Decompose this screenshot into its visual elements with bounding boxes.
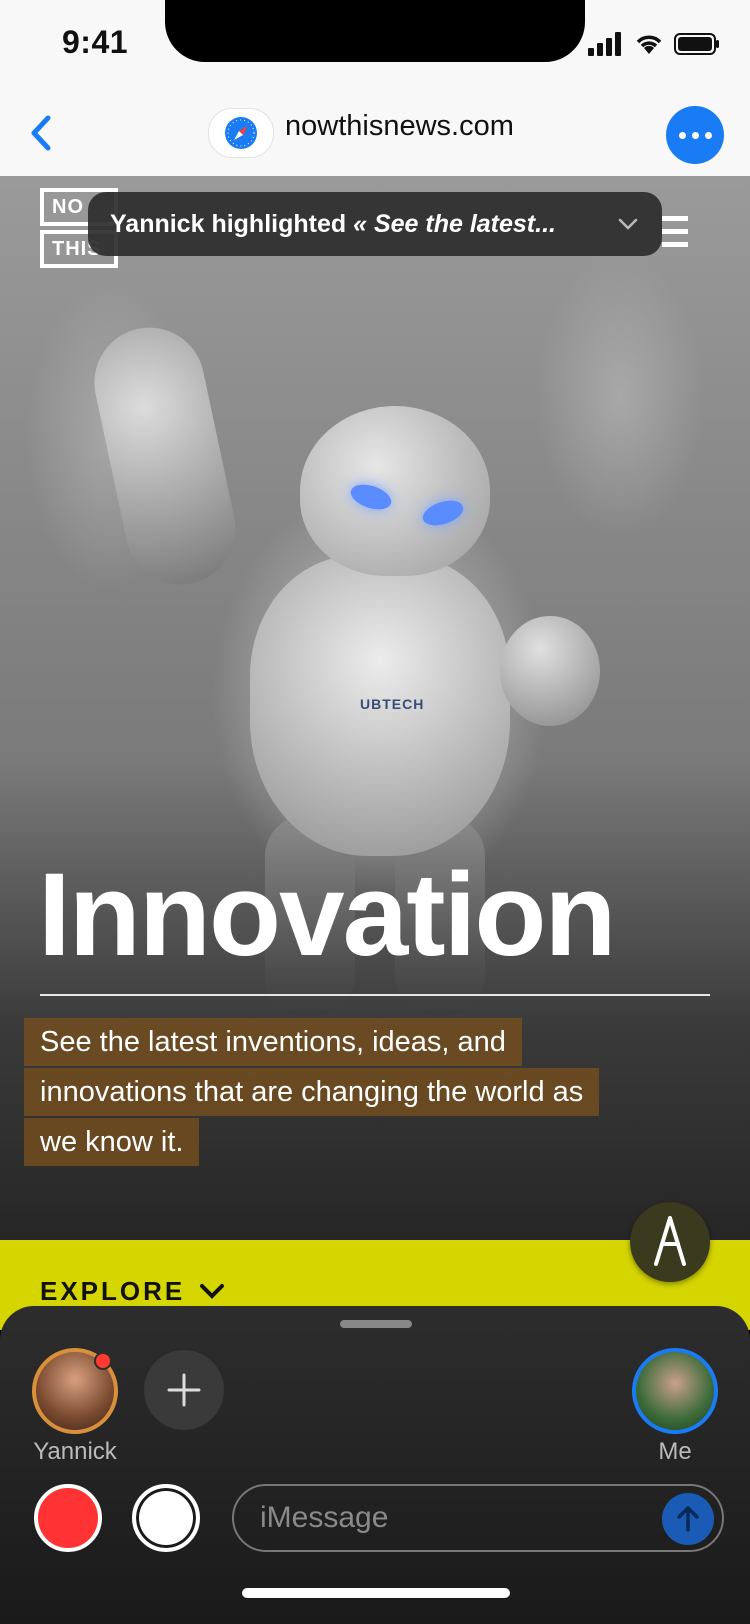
menu-line (662, 216, 688, 221)
url-text[interactable]: nowthisnews.com (285, 110, 514, 143)
robot-head (300, 406, 490, 576)
robot-brand-mark: UBTECH (360, 696, 425, 712)
markup-pen-icon (654, 1216, 686, 1266)
subtitle-line: innovations that are changing the world … (24, 1068, 600, 1116)
plus-icon (167, 1373, 201, 1407)
more-dot (704, 131, 712, 139)
menu-line (662, 242, 688, 247)
status-icons (588, 30, 720, 58)
explore-dropdown[interactable]: EXPLORE (40, 1276, 225, 1307)
home-indicator[interactable] (242, 1588, 510, 1598)
participant-name-me: Me (658, 1438, 692, 1465)
robot-eye (347, 480, 395, 514)
notification-dot (94, 1352, 112, 1370)
more-button[interactable] (666, 106, 724, 164)
participant-name-yannick: Yannick (33, 1438, 117, 1465)
robot-eye (419, 496, 467, 530)
robot-shoulder (500, 616, 600, 726)
highlighted-subtitle[interactable]: See the latest inventions, ideas, and in… (24, 1018, 724, 1168)
send-arrow-icon (677, 1506, 699, 1532)
avatar-me[interactable] (632, 1348, 718, 1434)
status-time: 9:41 (62, 24, 129, 60)
menu-line (662, 229, 688, 234)
device-notch (165, 0, 585, 62)
more-dots-icon (678, 131, 686, 139)
subtitle-line: See the latest inventions, ideas, and (24, 1018, 522, 1066)
send-button[interactable] (662, 1493, 714, 1545)
more-dot (691, 131, 699, 139)
messages-sheet: Yannick Me iMessage (0, 1306, 750, 1624)
page-title: Innovation (38, 849, 617, 981)
chevron-down-icon[interactable] (616, 212, 640, 236)
subtitle-line: we know it. (24, 1118, 200, 1166)
robot-arm (84, 317, 246, 595)
explore-label: EXPLORE (40, 1276, 186, 1306)
imessage-placeholder: iMessage (260, 1501, 389, 1534)
highlight-text: Yannick highlighted « See the latest... (110, 210, 556, 239)
battery-icon (674, 33, 719, 55)
signal-icon (588, 32, 621, 56)
record-button[interactable] (34, 1484, 102, 1552)
highlight-quote: « See the latest... (353, 209, 556, 238)
highlight-author: Yannick highlighted (110, 209, 354, 238)
hamburger-menu-icon[interactable] (662, 216, 688, 256)
wifi-icon (636, 35, 662, 54)
hero-section: UBTECH NO THIS Yannick highlighted « See… (0, 176, 750, 1240)
markup-button[interactable] (630, 1202, 710, 1282)
add-participant-button[interactable] (144, 1350, 224, 1430)
divider (40, 994, 710, 996)
safari-compass-icon (225, 117, 257, 149)
chevron-down-icon (200, 1283, 225, 1299)
capture-button[interactable] (132, 1484, 200, 1552)
sheet-handle[interactable] (340, 1320, 412, 1328)
safari-button[interactable] (208, 108, 274, 158)
imessage-input[interactable]: iMessage (232, 1484, 724, 1552)
highlight-banner[interactable]: Yannick highlighted « See the latest... (88, 192, 662, 256)
back-chevron-icon[interactable] (22, 108, 62, 158)
browser-bar: nowthisnews.com (0, 90, 750, 177)
